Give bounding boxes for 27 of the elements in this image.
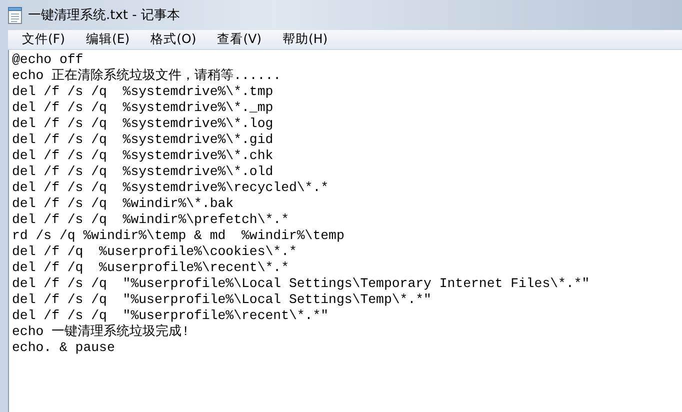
- notepad-icon: [8, 6, 22, 24]
- code-line: echo 一键清理系统垃圾完成!: [12, 324, 190, 340]
- menu-item[interactable]: 帮助(H): [274, 31, 336, 48]
- menu-item[interactable]: 查看(V): [209, 31, 270, 48]
- code-line: del /f /s /q %systemdrive%\recycled\*.*: [12, 180, 330, 196]
- code-line: del /f /s /q %systemdrive%\*.gid: [12, 132, 274, 148]
- code-line: del /f /q %userprofile%\cookies\*.*: [12, 244, 298, 260]
- code-line: rd /s /q %windir%\temp & md %windir%\temp: [12, 228, 346, 244]
- code-line: del /f /s /q %windir%\*.bak: [12, 196, 235, 212]
- code-line: del /f /q %userprofile%\recent\*.*: [12, 260, 290, 276]
- code-line: del /f /s /q "%userprofile%\Local Settings\Temp\*.*": [12, 292, 432, 308]
- code-line: @echo off: [12, 52, 84, 68]
- code-line: del /f /s /q %systemdrive%\*.tmp: [12, 84, 274, 100]
- code-line: del /f /s /q %systemdrive%\*.old: [12, 164, 274, 180]
- menu-item[interactable]: 编辑(E): [78, 31, 138, 48]
- code-line: echo. & pause: [12, 340, 116, 356]
- code-line: del /f /s /q "%userprofile%\Local Settings\Temporary Internet Files\*.*": [12, 276, 591, 292]
- code-line: del /f /s /q %systemdrive%\*._mp: [12, 100, 274, 116]
- code-line: del /f /s /q "%userprofile%\recent\*.*": [12, 308, 330, 324]
- code-line: del /f /s /q %systemdrive%\*.chk: [12, 148, 274, 164]
- menu-item[interactable]: 文件(F): [14, 31, 73, 48]
- text-editor[interactable]: [8, 50, 682, 412]
- code-line: echo 正在清除系统垃圾文件，请稍等......: [12, 68, 282, 84]
- window-title: 一键清理系统.txt - 记事本: [28, 7, 180, 24]
- code-line: del /f /s /q %systemdrive%\*.log: [12, 116, 274, 132]
- code-line: del /f /s /q %windir%\prefetch\*.*: [12, 212, 290, 228]
- menu-item[interactable]: 格式(O): [142, 31, 204, 48]
